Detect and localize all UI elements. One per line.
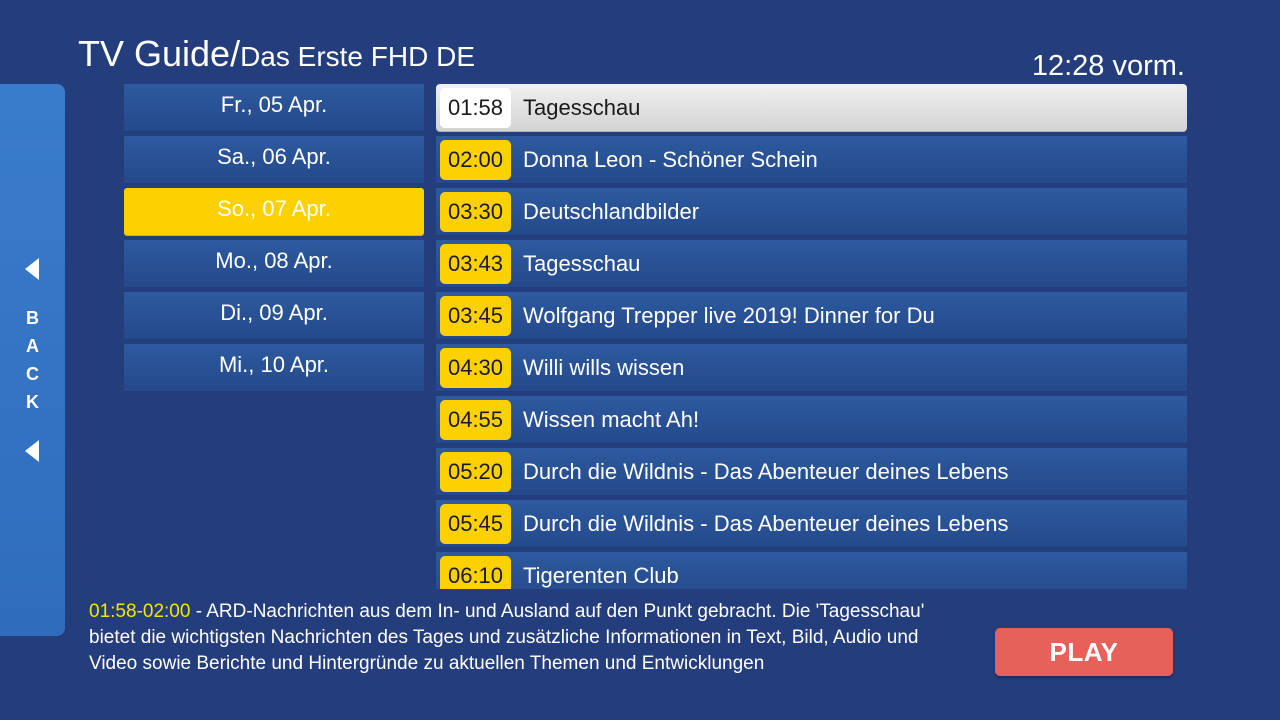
chevron-left-icon bbox=[24, 440, 39, 462]
program-time: 02:00 bbox=[440, 140, 511, 180]
program-title: Wolfgang Trepper live 2019! Dinner for D… bbox=[523, 303, 935, 328]
channel-name: Das Erste FHD DE bbox=[240, 41, 476, 72]
date-item-selected[interactable]: So., 07 Apr. bbox=[124, 188, 424, 236]
program-time: 03:30 bbox=[440, 192, 511, 232]
clock: 12:28 vorm. bbox=[1031, 50, 1185, 82]
back-letter: B bbox=[26, 308, 39, 328]
guide-title: TV Guide/ bbox=[78, 33, 241, 74]
program-time: 01:58 bbox=[440, 88, 511, 128]
program-item[interactable]: 03:43 Tagesschau bbox=[436, 240, 1187, 288]
date-item[interactable]: Mo., 08 Apr. bbox=[124, 240, 424, 288]
description-text: - ARD-Nachrichten aus dem In- und Auslan… bbox=[89, 601, 925, 674]
program-item-selected[interactable]: 01:58 Tagesschau bbox=[436, 84, 1187, 132]
back-label: B A C K bbox=[26, 304, 39, 416]
program-title: Tigerenten Club bbox=[523, 563, 679, 588]
program-item[interactable]: 03:30 Deutschlandbilder bbox=[436, 188, 1187, 236]
date-item[interactable]: Fr., 05 Apr. bbox=[124, 84, 424, 132]
program-item[interactable]: 06:10 Tigerenten Club bbox=[436, 552, 1187, 589]
program-item[interactable]: 05:20 Durch die Wildnis - Das Abenteuer … bbox=[436, 448, 1187, 496]
program-title: Tagesschau bbox=[523, 95, 641, 120]
program-title: Donna Leon - Schöner Schein bbox=[523, 147, 818, 172]
program-title: Durch die Wildnis - Das Abenteuer deines… bbox=[523, 511, 1009, 536]
back-letter: C bbox=[26, 364, 39, 384]
date-item[interactable]: Di., 09 Apr. bbox=[124, 292, 424, 340]
program-time: 04:55 bbox=[440, 400, 511, 440]
program-item[interactable]: 04:30 Willi wills wissen bbox=[436, 344, 1187, 392]
program-time: 06:10 bbox=[440, 556, 511, 589]
date-item[interactable]: Sa., 06 Apr. bbox=[124, 136, 424, 184]
program-item[interactable]: 05:45 Durch die Wildnis - Das Abenteuer … bbox=[436, 500, 1187, 548]
play-button[interactable]: PLAY bbox=[995, 628, 1173, 676]
tv-guide-screen: TV Guide/Das Erste FHD DE 12:28 vorm. B … bbox=[0, 0, 1280, 720]
chevron-left-icon bbox=[24, 258, 39, 280]
program-time: 05:20 bbox=[440, 452, 511, 492]
page-title: TV Guide/Das Erste FHD DE bbox=[78, 34, 475, 82]
program-title: Willi wills wissen bbox=[523, 355, 685, 380]
program-time: 04:30 bbox=[440, 348, 511, 388]
program-description: 01:58-02:00 - ARD-Nachrichten aus dem In… bbox=[89, 599, 969, 677]
program-title: Wissen macht Ah! bbox=[523, 407, 700, 432]
back-button[interactable]: B A C K bbox=[0, 84, 65, 636]
program-item[interactable]: 03:45 Wolfgang Trepper live 2019! Dinner… bbox=[436, 292, 1187, 340]
program-list[interactable]: 01:58 Tagesschau 02:00 Donna Leon - Schö… bbox=[436, 84, 1187, 589]
program-item[interactable]: 02:00 Donna Leon - Schöner Schein bbox=[436, 136, 1187, 184]
description-time-range: 01:58-02:00 bbox=[89, 601, 191, 622]
date-item[interactable]: Mi., 10 Apr. bbox=[124, 344, 424, 392]
back-letter: K bbox=[26, 392, 39, 412]
program-item[interactable]: 04:55 Wissen macht Ah! bbox=[436, 396, 1187, 444]
program-title: Durch die Wildnis - Das Abenteuer deines… bbox=[523, 459, 1009, 484]
program-time: 03:45 bbox=[440, 296, 511, 336]
program-time: 05:45 bbox=[440, 504, 511, 544]
back-letter: A bbox=[26, 336, 39, 356]
date-list: Fr., 05 Apr. Sa., 06 Apr. So., 07 Apr. M… bbox=[124, 84, 424, 396]
program-time: 03:43 bbox=[440, 244, 511, 284]
program-title: Tagesschau bbox=[523, 251, 641, 276]
program-title: Deutschlandbilder bbox=[523, 199, 700, 224]
